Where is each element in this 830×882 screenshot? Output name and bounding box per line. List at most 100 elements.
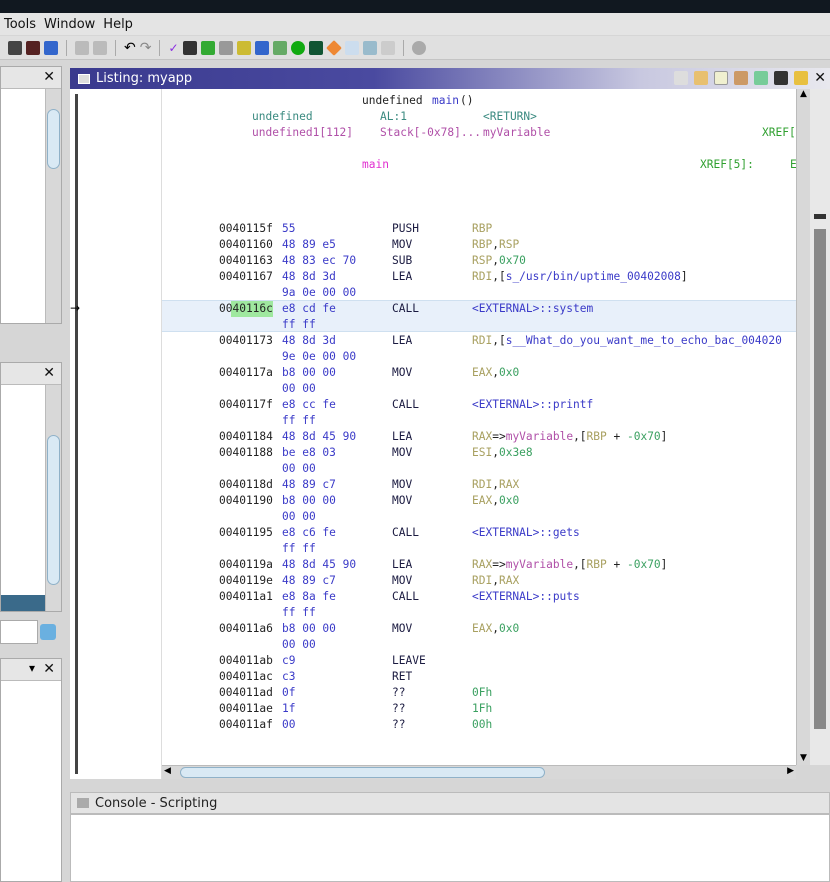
instruction-row[interactable]: 004011af 00?? 00h: [162, 717, 796, 733]
operands[interactable]: ESI,0x3e8: [472, 445, 533, 461]
variable-xref[interactable]: XREF[: [762, 125, 796, 141]
scroll-thumb[interactable]: [47, 435, 60, 585]
tool-icon[interactable]: [182, 40, 197, 55]
operands[interactable]: RAX=>myVariable,[RBP + -0x70]: [472, 557, 667, 573]
instruction-row[interactable]: 00401195 e8 c6 fe CALL <EXTERNAL>::gets: [162, 525, 796, 541]
listing-horizontal-scrollbar[interactable]: ◀ ▶: [162, 765, 796, 779]
operands[interactable]: 00h: [472, 717, 492, 733]
instruction-row[interactable]: 00401163 48 83 ec 70 SUB RSP,0x70: [162, 253, 796, 269]
menu-tools[interactable]: Tools: [4, 17, 36, 32]
close-icon[interactable]: ✕: [814, 70, 826, 86]
filter-input[interactable]: [0, 620, 38, 644]
instruction-row[interactable]: 004011ad 0f?? 0Fh: [162, 685, 796, 701]
operands[interactable]: RDI,RAX: [472, 477, 519, 493]
overview-bar[interactable]: [810, 89, 830, 765]
operands[interactable]: <EXTERNAL>::printf: [472, 397, 593, 413]
diamond-icon[interactable]: [325, 39, 342, 56]
tool-icon[interactable]: [754, 71, 769, 85]
instruction-row[interactable]: 0040117f e8 cc fe CALL <EXTERNAL>::printf: [162, 397, 796, 413]
scroll-up-icon[interactable]: ▲: [797, 89, 810, 99]
operands[interactable]: RDI,[s_/usr/bin/uptime_00402008]: [472, 269, 688, 285]
operands[interactable]: <EXTERNAL>::puts: [472, 589, 580, 605]
instruction-row[interactable]: 004011a6 b8 00 00 MOV EAX,0x0: [162, 621, 796, 637]
copy-icon[interactable]: [674, 71, 689, 85]
instruction-row[interactable]: 00401184 48 8d 45 90 LEA RAX=>myVariable,[R…: [162, 429, 796, 445]
function-label[interactable]: main: [362, 157, 389, 173]
scroll-left-icon[interactable]: ◀: [164, 766, 171, 776]
tool-icon[interactable]: [411, 40, 426, 55]
tool-icon[interactable]: [200, 40, 215, 55]
play-icon[interactable]: [290, 40, 305, 55]
operands[interactable]: EAX,0x0: [472, 365, 519, 381]
close-icon[interactable]: ✕: [43, 69, 55, 85]
operands[interactable]: EAX,0x0: [472, 621, 519, 637]
instruction-row[interactable]: 00401160 48 89 e5 MOV RBP,RSP: [162, 237, 796, 253]
tool-icon[interactable]: [362, 40, 377, 55]
scroll-thumb[interactable]: [180, 767, 545, 778]
tool-icon[interactable]: [218, 40, 233, 55]
tool-icon[interactable]: [308, 40, 323, 55]
operands[interactable]: EAX,0x0: [472, 493, 519, 509]
tool-icon[interactable]: [380, 40, 395, 55]
check-icon[interactable]: ✓: [168, 41, 178, 55]
instruction-row[interactable]: 0040115f 55 PUSH RBP: [162, 221, 796, 237]
instruction-row[interactable]: 004011ab c9 LEAVE: [162, 653, 796, 669]
scrollbar[interactable]: [45, 385, 61, 611]
instruction-row[interactable]: 00401188 be e8 03 MOV ESI,0x3e8: [162, 445, 796, 461]
tool-icon[interactable]: [236, 40, 251, 55]
tool-icon[interactable]: [254, 40, 269, 55]
instruction-row[interactable]: 0040119e 48 89 c7 MOV RDI,RAX: [162, 573, 796, 589]
menu-help[interactable]: Help: [103, 17, 133, 32]
instruction-row[interactable]: 004011a1 e8 8a fe CALL <EXTERNAL>::puts: [162, 589, 796, 605]
instruction-row[interactable]: 00401190 b8 00 00 MOV EAX,0x0: [162, 493, 796, 509]
undo-icon[interactable]: ↶: [124, 40, 136, 56]
instruction-row[interactable]: 00401167 48 8d 3d LEA RDI,[s_/usr/bin/uptim…: [162, 269, 796, 285]
instruction-row[interactable]: 0040118d 48 89 c7 MOV RDI,RAX: [162, 477, 796, 493]
scroll-right-icon[interactable]: ▶: [787, 766, 794, 776]
navigation-bar[interactable]: [75, 94, 78, 774]
console-output[interactable]: [70, 814, 830, 882]
listing-view[interactable]: undefined main () undefined AL:1 <RETURN…: [162, 89, 796, 765]
label-xref[interactable]: XREF[5]:: [700, 157, 754, 173]
tool-icon[interactable]: [272, 40, 287, 55]
tool-icon[interactable]: [26, 40, 40, 55]
operands[interactable]: 0Fh: [472, 685, 492, 701]
close-icon[interactable]: ✕: [43, 365, 55, 381]
tool-icon[interactable]: [44, 40, 58, 55]
options-icon[interactable]: [794, 71, 809, 85]
paste-icon[interactable]: [694, 71, 709, 85]
operands[interactable]: RDI,[s__What_do_you_want_me_to_echo_bac_…: [472, 333, 782, 349]
variable-name[interactable]: myVariable: [483, 125, 550, 141]
scroll-down-icon[interactable]: ▼: [797, 753, 810, 763]
selected-item[interactable]: [1, 595, 45, 611]
scroll-thumb[interactable]: [47, 109, 60, 169]
tool-icon[interactable]: [75, 40, 89, 55]
operands[interactable]: RBP,RSP: [472, 237, 519, 253]
instruction-row[interactable]: 004011ac c3 RET: [162, 669, 796, 685]
menu-window[interactable]: Window: [44, 17, 95, 32]
listing-vertical-scrollbar[interactable]: ▲ ▼: [796, 89, 810, 765]
dropdown-icon[interactable]: ▾: [29, 661, 35, 675]
signature-name[interactable]: main: [432, 93, 459, 109]
operands[interactable]: RAX=>myVariable,[RBP + -0x70]: [472, 429, 667, 445]
operands[interactable]: RBP: [472, 221, 492, 237]
instruction-row[interactable]: 0040119a 48 8d 45 90 LEA RAX=>myVariable,[R…: [162, 557, 796, 573]
tool-icon[interactable]: [93, 40, 107, 55]
close-icon[interactable]: ✕: [43, 661, 55, 677]
filter-icon[interactable]: [40, 624, 56, 640]
operands[interactable]: <EXTERNAL>::system: [472, 301, 593, 317]
redo-icon[interactable]: ↷: [140, 40, 152, 56]
scrollbar[interactable]: [45, 89, 61, 323]
operands[interactable]: RDI,RAX: [472, 573, 519, 589]
instruction-row[interactable]: 0040116c e8 cd fe CALL <EXTERNAL>::system: [162, 301, 796, 317]
tool-icon[interactable]: [8, 40, 22, 55]
tool-icon[interactable]: [344, 40, 359, 55]
field-icon[interactable]: [734, 71, 749, 85]
operands[interactable]: RSP,0x70: [472, 253, 526, 269]
instruction-row[interactable]: 0040117a b8 00 00 MOV EAX,0x0: [162, 365, 796, 381]
instruction-row[interactable]: 004011ae 1f?? 1Fh: [162, 701, 796, 717]
operands[interactable]: <EXTERNAL>::gets: [472, 525, 580, 541]
operands[interactable]: 1Fh: [472, 701, 492, 717]
cursor-icon[interactable]: [714, 71, 729, 85]
instruction-row[interactable]: 00401173 48 8d 3d LEA RDI,[s__What_do_you_w…: [162, 333, 796, 349]
